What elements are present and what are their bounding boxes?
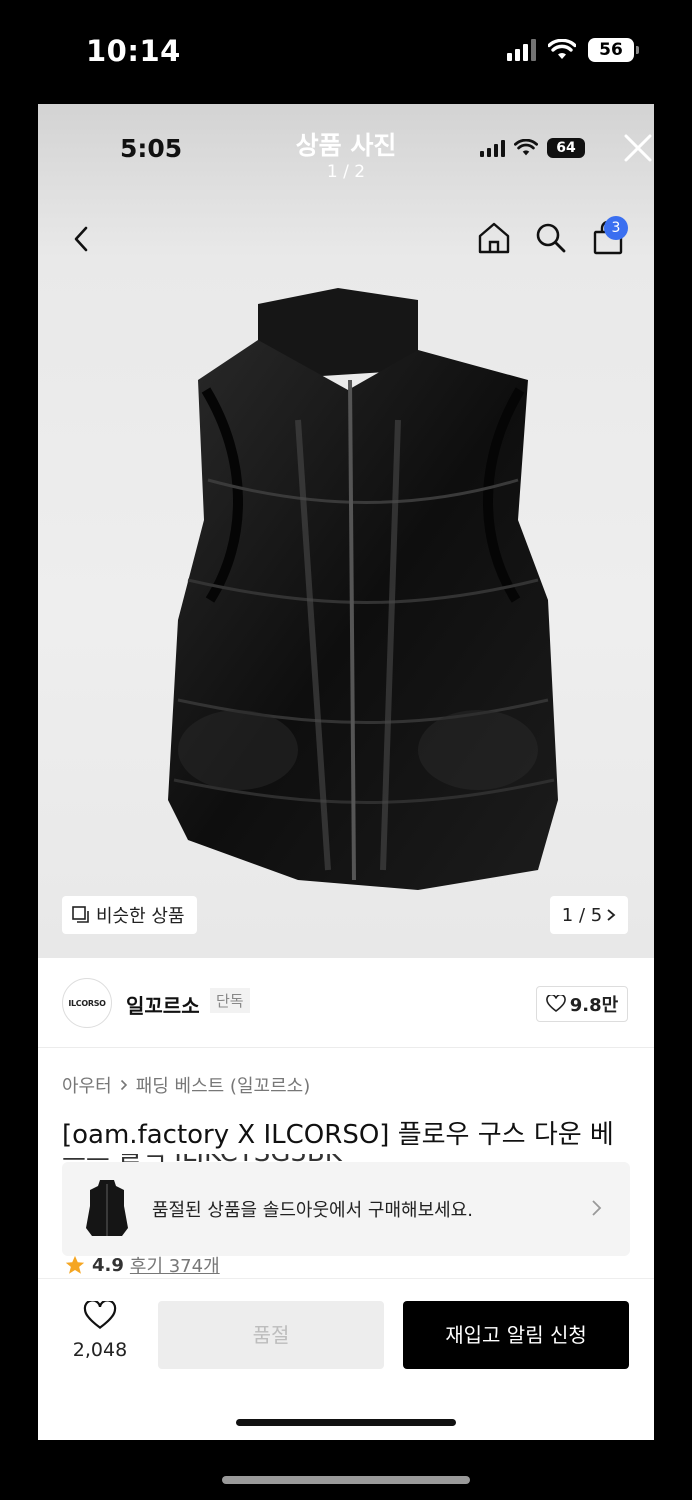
brand-logo[interactable]: ILCORSO	[62, 978, 112, 1028]
copy-icon	[72, 906, 89, 923]
battery-icon: 64	[547, 138, 585, 158]
product-title: [oam.factory X ILCORSO] 플로우 구스 다운 베	[62, 1120, 614, 1150]
battery-icon: 56	[588, 38, 639, 62]
breadcrumb: 아우터 패딩 베스트 (일꼬르소)	[62, 1072, 310, 1098]
soldout-banner-text: 품절된 상품을 솔드아웃에서 구매해보세요.	[152, 1200, 473, 1221]
search-icon[interactable]	[534, 220, 568, 256]
star-icon	[65, 1255, 85, 1274]
brand-like-count: 9.8만	[569, 995, 619, 1016]
wifi-icon	[548, 39, 576, 59]
brand-row: ILCORSO 일꼬르소 단독 9.8만	[38, 958, 654, 1048]
outer-clock: 10:14	[86, 34, 181, 68]
wifi-icon	[514, 139, 538, 156]
breadcrumb-subcategory[interactable]: 패딩 베스트 (일꼬르소)	[136, 1072, 311, 1098]
chevron-right-icon	[120, 1079, 127, 1091]
black-puffer-vest-image	[168, 288, 558, 890]
close-icon[interactable]	[620, 130, 654, 166]
inner-home-indicator	[236, 1419, 456, 1426]
viewer-page-counter: 1 / 2	[326, 162, 366, 182]
reviews-link[interactable]: 후기 374개	[130, 1252, 220, 1278]
signal-icon	[480, 139, 505, 157]
rating-score: 4.9	[92, 1254, 124, 1276]
product-like-count: 2,048	[72, 1339, 128, 1361]
outer-home-indicator	[222, 1476, 470, 1484]
product-photo: 5:05 상품 사진 1 / 2 64 3 비슷한 상품 1 / 5	[38, 104, 654, 958]
home-icon[interactable]	[476, 220, 512, 256]
cart-count-badge: 3	[604, 216, 628, 240]
brand-name[interactable]: 일꼬르소	[126, 990, 200, 1019]
brand-like-button[interactable]: 9.8만	[536, 986, 628, 1022]
similar-products-button[interactable]: 비슷한 상품	[62, 896, 197, 934]
heart-icon	[83, 1299, 117, 1330]
signal-icon	[507, 39, 536, 61]
image-counter-label: 1 / 5	[561, 904, 603, 926]
chevron-right-icon	[592, 1200, 602, 1216]
vest-thumbnail-image	[86, 1180, 128, 1236]
image-counter-button[interactable]: 1 / 5	[550, 896, 628, 934]
heart-icon	[545, 995, 566, 1013]
breadcrumb-category[interactable]: 아우터	[62, 1072, 112, 1098]
screenshot-status-icons: 64	[480, 138, 585, 158]
rating-row: 4.9 후기 374개	[64, 1252, 220, 1278]
soldout-button[interactable]: 품절	[158, 1301, 384, 1369]
outer-status-bar: 10:14 56	[0, 0, 692, 104]
outer-status-icons: 56	[507, 38, 639, 62]
purchase-bar: 2,048 품절 재입고 알림 신청	[38, 1278, 654, 1440]
restock-notify-button[interactable]: 재입고 알림 신청	[403, 1301, 629, 1369]
photo-viewer-panel: 5:05 상품 사진 1 / 2 64 3 비슷한 상품 1 / 5 ILCOR…	[38, 104, 654, 1440]
soldout-marketplace-banner[interactable]: 품절된 상품을 솔드아웃에서 구매해보세요.	[62, 1162, 630, 1256]
chevron-right-icon	[607, 909, 616, 921]
product-like-button[interactable]: 2,048	[64, 1299, 136, 1361]
similar-products-label: 비슷한 상품	[96, 906, 185, 927]
exclusive-badge: 단독	[210, 988, 250, 1013]
back-arrow-icon[interactable]	[68, 222, 96, 256]
